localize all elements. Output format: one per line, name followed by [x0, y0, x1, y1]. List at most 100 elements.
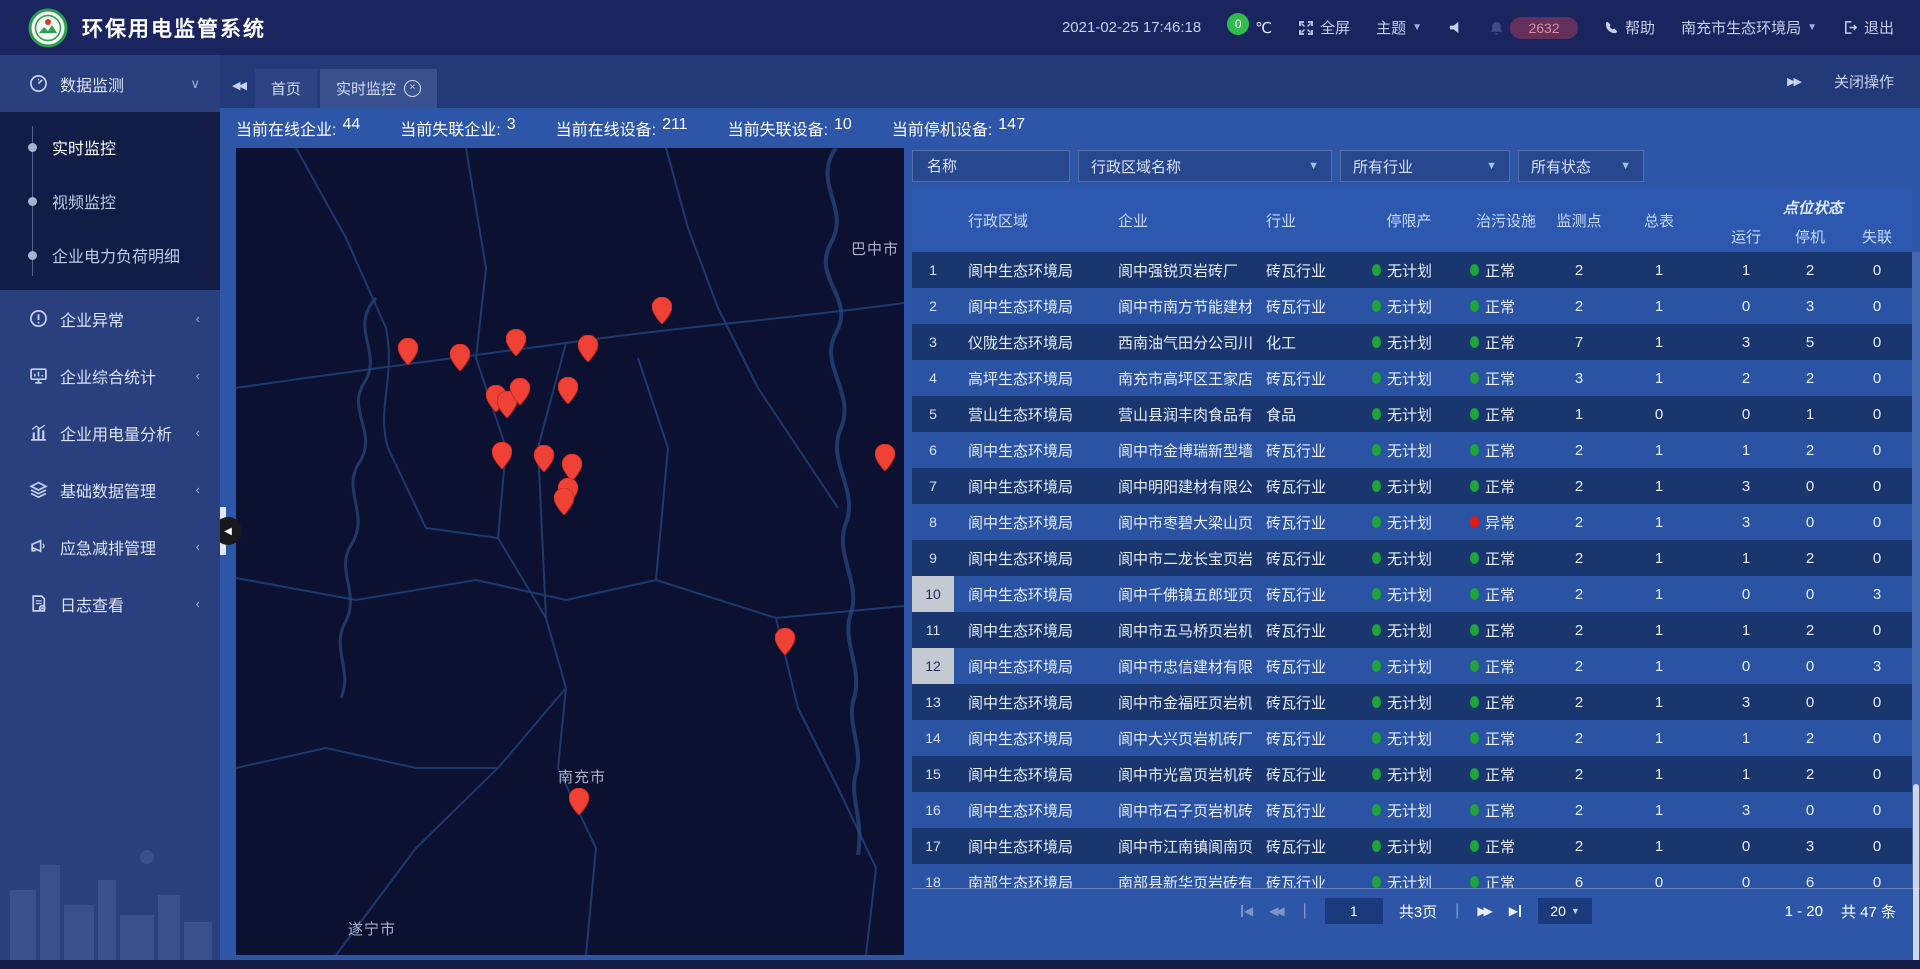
tab-close-icon[interactable]: × — [404, 80, 421, 97]
table-row[interactable]: 1阆中生态环境局阆中强锐页岩砖厂砖瓦行业无计划正常21120 — [912, 252, 1912, 288]
map-pin-icon[interactable] — [558, 377, 578, 404]
sidebar-item-power-usage-analysis[interactable]: 企业用电量分析‹ — [0, 404, 220, 461]
table-row[interactable]: 3仪陇生态环境局西南油气田分公司川中化工无计划正常71350 — [912, 324, 1912, 360]
row-index: 10 — [912, 576, 954, 612]
cell-pollution-facility: 正常 — [1458, 656, 1554, 677]
industry-select[interactable]: 所有行业 ▼ — [1340, 150, 1510, 182]
tab-1[interactable]: 实时监控× — [320, 69, 437, 108]
map-pin-icon[interactable] — [554, 488, 574, 515]
chevron-down-icon: ▼ — [1571, 906, 1580, 916]
name-search-input[interactable] — [912, 150, 1070, 182]
status-dot-icon — [1470, 876, 1479, 888]
cell-offline: 0 — [1842, 874, 1912, 889]
limit-text: 无计划 — [1387, 692, 1432, 713]
row-index: 6 — [912, 432, 954, 468]
map-pin-icon[interactable] — [652, 297, 672, 324]
map-pin-icon[interactable] — [775, 628, 795, 655]
cell-region: 南部生态环境局 — [954, 872, 1104, 889]
last-page-button[interactable]: ▶ — [1509, 904, 1522, 918]
sidebar-item-emergency-reduction[interactable]: 应急减排管理‹ — [0, 518, 220, 575]
table-row[interactable]: 15阆中生态环境局阆中市光富页岩机砖厂砖瓦行业无计划正常21120 — [912, 756, 1912, 792]
sidebar-subitem[interactable]: 实时监控 — [0, 120, 220, 174]
table-row[interactable]: 11阆中生态环境局阆中市五马桥页岩机砖砖瓦行业无计划正常21120 — [912, 612, 1912, 648]
status-dot-icon — [1470, 444, 1479, 456]
map-pin-icon[interactable] — [398, 338, 418, 365]
row-index: 18 — [912, 864, 954, 888]
help-button[interactable]: 帮助 — [1604, 17, 1655, 38]
cell-region: 阆中生态环境局 — [954, 440, 1104, 461]
sidebar-item-enterprise-abnormal[interactable]: 企业异常‹ — [0, 290, 220, 347]
cell-stopped: 0 — [1778, 802, 1842, 819]
tabs-scroll-right-icon[interactable]: ▶▶ — [1787, 75, 1800, 88]
notifications[interactable]: 2632 — [1489, 17, 1578, 39]
map-pin-icon[interactable] — [569, 788, 589, 815]
table-row[interactable]: 5营山生态环境局营山县润丰肉食品有限食品无计划正常10010 — [912, 396, 1912, 432]
logout-button[interactable]: 退出 — [1843, 17, 1894, 38]
table-row[interactable]: 16阆中生态环境局阆中市石子页岩机砖厂砖瓦行业无计划正常21300 — [912, 792, 1912, 828]
gauge-icon — [28, 74, 48, 94]
table-row[interactable]: 2阆中生态环境局阆中市南方节能建材有砖瓦行业无计划正常21030 — [912, 288, 1912, 324]
sidebar-item-enterprise-statistics[interactable]: 企业综合统计‹ — [0, 347, 220, 404]
cell-stopped: 2 — [1778, 442, 1842, 459]
page-size-select[interactable]: 20 ▼ — [1538, 898, 1592, 924]
org-dropdown[interactable]: 南充市生态环境局▼ — [1681, 17, 1817, 38]
cell-running: 2 — [1714, 370, 1778, 387]
bullet-dot-icon — [28, 251, 37, 260]
cell-company: 阆中明阳建材有限公司 — [1104, 476, 1252, 497]
sidebar-subitem[interactable]: 视频监控 — [0, 174, 220, 228]
close-operations-button[interactable]: 关闭操作 — [1834, 71, 1894, 92]
map-pin-icon[interactable] — [562, 454, 582, 481]
first-page-button[interactable]: ◀ — [1240, 904, 1253, 918]
name-search-field[interactable] — [925, 157, 1057, 176]
table-row[interactable]: 17阆中生态环境局阆中市江南镇阆南页岩砖瓦行业无计划正常21030 — [912, 828, 1912, 864]
table-row[interactable]: 18南部生态环境局南部县新华页岩砖有限砖瓦行业无计划正常60060 — [912, 864, 1912, 888]
table-row[interactable]: 9阆中生态环境局阆中市二龙长宝页岩砖砖瓦行业无计划正常21120 — [912, 540, 1912, 576]
table-row[interactable]: 13阆中生态环境局阆中市金福旺页岩机砖砖瓦行业无计划正常21300 — [912, 684, 1912, 720]
range-label: 1 - 20 — [1785, 903, 1823, 920]
map-canvas[interactable]: 巴中市南充市遂宁市 ◀ — [236, 148, 904, 955]
cell-offline: 0 — [1842, 262, 1912, 279]
megaphone-icon — [28, 537, 48, 557]
datetime: 2021-02-25 17:46:18 — [1062, 19, 1201, 36]
map-pin-icon[interactable] — [534, 445, 554, 472]
fullscreen-button[interactable]: 全屏 — [1298, 17, 1350, 38]
table-row[interactable]: 14阆中生态环境局阆中大兴页岩机砖厂砖瓦行业无计划正常21120 — [912, 720, 1912, 756]
chevron-left-icon: ◀ — [224, 526, 232, 537]
table-row[interactable]: 7阆中生态环境局阆中明阳建材有限公司砖瓦行业无计划正常21300 — [912, 468, 1912, 504]
cell-company: 阆中市五马桥页岩机砖 — [1104, 620, 1252, 641]
cell-monitor-points: 2 — [1554, 298, 1604, 315]
limit-text: 无计划 — [1387, 764, 1432, 785]
map-pin-icon[interactable] — [578, 335, 598, 362]
facility-text: 正常 — [1485, 656, 1515, 677]
map-pin-icon[interactable] — [492, 442, 512, 469]
table-row[interactable]: 12阆中生态环境局阆中市忠信建材有限公砖瓦行业无计划正常21003 — [912, 648, 1912, 684]
table-row[interactable]: 4高坪生态环境局南充市高坪区王家店建砖瓦行业无计划正常31220 — [912, 360, 1912, 396]
map-pin-icon[interactable] — [510, 378, 530, 405]
status-dot-icon — [1470, 804, 1479, 816]
theme-dropdown[interactable]: 主题▼ — [1376, 17, 1422, 38]
map-pin-icon[interactable] — [875, 444, 895, 471]
next-page-button[interactable]: ▶▶ — [1477, 904, 1492, 918]
page-number-input[interactable]: 1 — [1325, 898, 1383, 924]
sidebar-item-log-view[interactable]: 日志查看‹ — [0, 575, 220, 632]
prev-page-button[interactable]: ◀◀ — [1269, 904, 1284, 918]
facility-text: 正常 — [1485, 584, 1515, 605]
cell-total-meters: 1 — [1604, 514, 1714, 531]
table-row[interactable]: 6阆中生态环境局阆中市金博瑞新型墙材砖瓦行业无计划正常21120 — [912, 432, 1912, 468]
tabs-scroll-left-icon[interactable]: ◀◀ — [232, 79, 245, 92]
map-pin-icon[interactable] — [450, 344, 470, 371]
sidebar-item-base-data-management[interactable]: 基础数据管理‹ — [0, 461, 220, 518]
table-row[interactable]: 8阆中生态环境局阆中市枣碧大梁山页岩砖瓦行业无计划异常21300 — [912, 504, 1912, 540]
tab-0[interactable]: 首页 — [255, 69, 317, 108]
sidebar-item-data-monitoring[interactable]: 数据监测∨ — [0, 55, 220, 112]
cell-region: 阆中生态环境局 — [954, 800, 1104, 821]
region-select[interactable]: 行政区域名称 ▼ — [1078, 150, 1332, 182]
table-scrollbar-thumb[interactable] — [1913, 784, 1919, 969]
status-dot-icon — [1372, 408, 1381, 420]
map-pin-icon[interactable] — [506, 329, 526, 356]
status-dot-icon — [1470, 480, 1479, 492]
sidebar-subitem[interactable]: 企业电力负荷明细 — [0, 228, 220, 282]
status-select[interactable]: 所有状态 ▼ — [1518, 150, 1644, 182]
table-row[interactable]: 10阆中生态环境局阆中千佛镇五郎垭页岩砖瓦行业无计划正常21003 — [912, 576, 1912, 612]
volume-mute-icon[interactable] — [1448, 20, 1463, 35]
